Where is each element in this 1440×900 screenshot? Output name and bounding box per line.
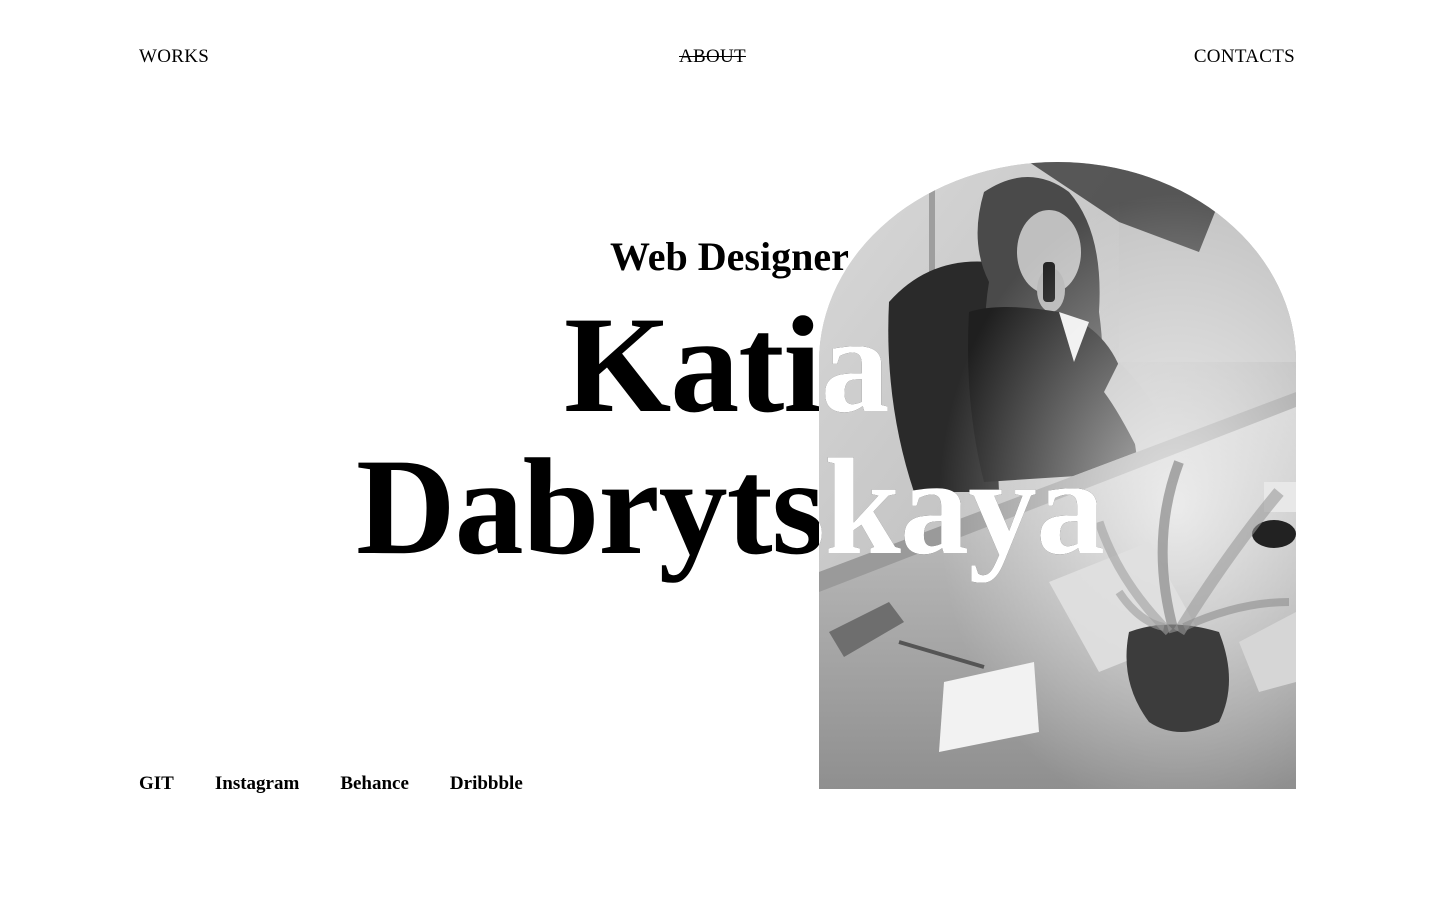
nav-works-link[interactable]: WORKS xyxy=(139,45,209,69)
profile-photo xyxy=(819,162,1296,789)
nav-contacts-link[interactable]: CONTACTS xyxy=(1194,45,1295,69)
job-title: Web Designer xyxy=(610,234,849,279)
page: WORKS ABOUT CONTACTS Web Designer Katia … xyxy=(0,0,1440,900)
profile-photo-illustration xyxy=(819,162,1296,789)
social-link-dribbble[interactable]: Dribbble xyxy=(450,772,523,796)
social-link-git[interactable]: GIT xyxy=(139,772,174,796)
social-links: GIT Instagram Behance Dribbble xyxy=(139,772,523,796)
social-link-behance[interactable]: Behance xyxy=(340,772,409,796)
nav-about-link[interactable]: ABOUT xyxy=(679,45,746,69)
social-link-instagram[interactable]: Instagram xyxy=(215,772,299,796)
